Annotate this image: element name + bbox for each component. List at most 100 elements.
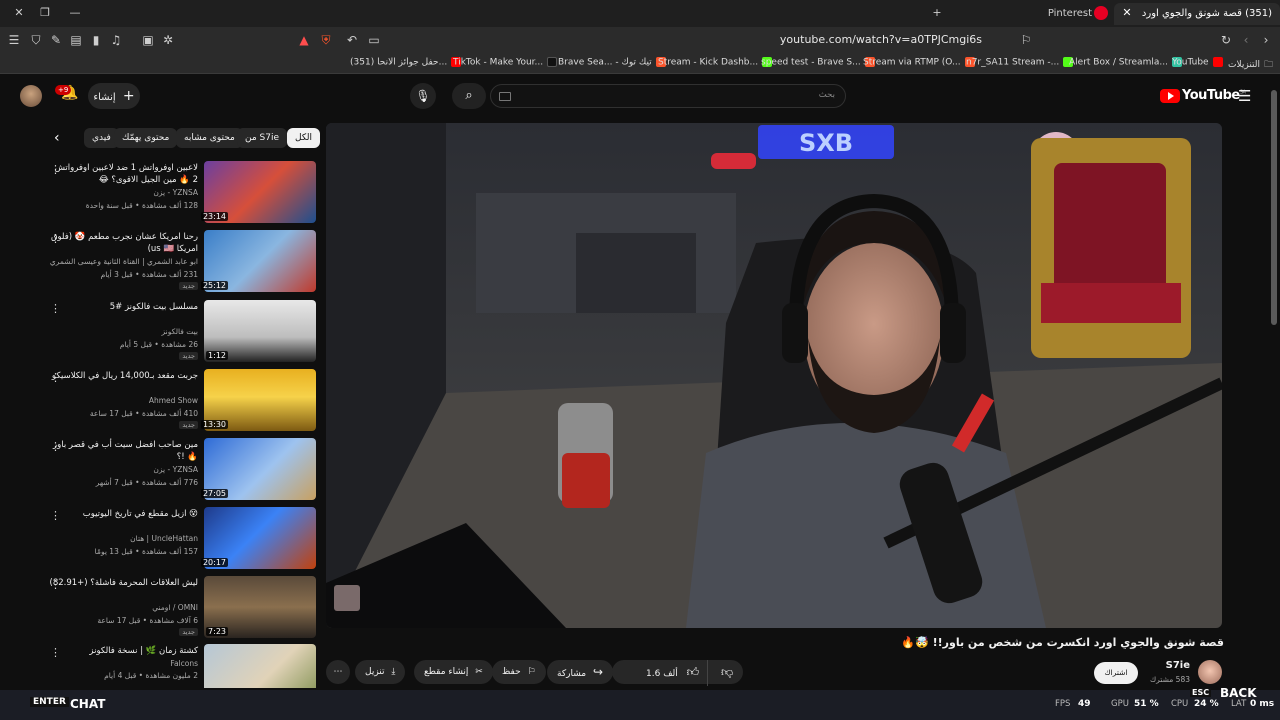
list-item[interactable]: 13:30 جربت مقعد بـ14,000 ريال في الكلاسي…	[40, 369, 316, 431]
address-bar[interactable]: youtube.com/watch?v=a0TPJCmgi6s ⚐	[290, 30, 1040, 52]
voice-search-mic-icon[interactable]: 🎙	[410, 83, 436, 109]
related-title[interactable]: ليش العلاقات المحرمة فاشلة؟ (+82.91)	[48, 577, 199, 589]
bookmark-item[interactable]: Stream - Kick Dashb...	[658, 57, 773, 68]
more-actions-button[interactable]: ⋯	[326, 660, 350, 684]
more-options-icon[interactable]: ⋮	[50, 371, 61, 384]
video-title: قصة شونق والجوي اورد انكسرت من شخص من با…	[901, 636, 1224, 649]
related-channel[interactable]: OMNI / اومني	[48, 603, 198, 612]
video-frame: SXB	[326, 123, 1222, 628]
list-item[interactable]: 25:12 رحنا امريكا عشان نجرب مطعم 🤡 (فلوق…	[40, 230, 316, 292]
screenshot-icon[interactable]: ▣	[140, 32, 156, 48]
bookmark-item[interactable]: Alert Box / Streamla...	[1069, 57, 1182, 68]
subscribe-button[interactable]: اشتراك	[1094, 662, 1138, 684]
search-input[interactable]: بحث	[490, 84, 846, 108]
save-button[interactable]: حفظ ⚐	[492, 660, 546, 684]
tab-youtube-active[interactable]: (351) قصة شونق والجوي اورد	[1114, 3, 1280, 25]
related-channel[interactable]: Ahmed Show	[48, 396, 198, 405]
chat-label[interactable]: CHAT	[70, 697, 105, 711]
more-options-icon[interactable]: ⋮	[50, 302, 61, 315]
chip[interactable]: محتوى مشابه	[176, 128, 243, 148]
related-channel[interactable]: بيت فالكونز	[48, 327, 199, 336]
video-thumbnail[interactable]	[204, 644, 316, 688]
related-channel[interactable]: YZNSA - يزن	[48, 188, 198, 197]
download-button[interactable]: تنزيل ⤓	[355, 660, 406, 684]
related-channel[interactable]: UncleHattan | هتان	[48, 534, 198, 543]
related-title[interactable]: 😵 ازيل مقطع في تاريخ اليوتيوب	[48, 508, 198, 520]
new-badge: جديد	[179, 282, 198, 290]
forward-icon[interactable]: ›	[1258, 32, 1274, 48]
related-channel[interactable]: YZNSA - يزن	[48, 465, 198, 474]
related-meta: 410 ألف مشاهدة • قبل 17 ساعة	[89, 409, 198, 418]
bookmark-item[interactable]: YouTube	[1172, 57, 1223, 68]
like-button[interactable]: 1.6 ألف 👍︎	[612, 660, 709, 686]
restore-window-icon[interactable]: ❐	[36, 4, 54, 22]
channel-name[interactable]: S7ie	[1166, 660, 1190, 671]
channel-avatar[interactable]	[1198, 660, 1222, 684]
pinterest-icon	[1094, 6, 1108, 20]
music-icon[interactable]: ♫	[108, 32, 124, 48]
bookmark-item[interactable]: TikTok - Make Your...	[453, 57, 558, 68]
more-options-icon[interactable]: ⋮	[50, 232, 61, 245]
hamburger-menu-icon[interactable]: ☰	[1238, 87, 1254, 105]
dislike-button[interactable]: 👎︎	[711, 660, 743, 686]
chip[interactable]: محتوى يهمّك	[114, 128, 178, 148]
sidebar-menu-icon[interactable]: ☰	[6, 32, 22, 48]
related-channel[interactable]: Falcons	[48, 659, 198, 668]
video-player[interactable]: SXB	[326, 123, 1222, 628]
related-title[interactable]: مسلسل بيت فالكونز #5	[48, 301, 198, 313]
chip-active[interactable]: الكل	[287, 128, 321, 148]
plus-icon: +	[122, 88, 135, 104]
bookmark-item-downloads[interactable]: التنزيلات 🗀	[1228, 57, 1273, 73]
bookmark-label: (351) حفل جوائز الانحا...	[350, 57, 448, 68]
close-tab-icon[interactable]: ✕	[1118, 4, 1136, 22]
related-title[interactable]: كشتة زمان 🌿 | نسخة فالكونز	[48, 645, 198, 657]
list-item[interactable]: كشتة زمان 🌿 | نسخة فالكونز Falcons 2 ملي…	[40, 644, 316, 688]
page-scrollbar[interactable]	[1271, 90, 1277, 325]
youtube-logo[interactable]: YouTubeSA	[1160, 88, 1246, 103]
bookmark-item[interactable]: Brave Sea... - تيك توك	[558, 57, 666, 68]
related-title[interactable]: مين صاحب افضل سيت أب في قصر باور 🔥 !؟	[48, 439, 198, 463]
related-title[interactable]: جربت مقعد بـ14,000 ريال في الكلاسيكو	[48, 370, 198, 382]
list-item[interactable]: 1:12 مسلسل بيت فالكونز #5 بيت فالكونز 26…	[40, 300, 316, 362]
close-window-icon[interactable]: ✕	[10, 4, 28, 22]
list-item[interactable]: 20:17 😵 ازيل مقطع في تاريخ اليوتيوب Uncl…	[40, 507, 316, 569]
bookmark-icon[interactable]: ⚐	[1018, 32, 1034, 48]
tab-pinterest[interactable]: Pinterest	[950, 3, 1100, 25]
more-options-icon[interactable]: ⋮	[50, 646, 61, 659]
more-options-icon[interactable]: ⋮	[50, 163, 61, 176]
clip-button[interactable]: إنشاء مقطع ✂	[414, 660, 493, 684]
shield-icon[interactable]: ⛉	[28, 32, 44, 48]
chip[interactable]: من S7ie	[237, 128, 288, 148]
minimize-window-icon[interactable]: —	[66, 4, 84, 22]
chips-scroll-left-icon[interactable]: ‹	[54, 130, 60, 146]
duration-badge: 23:14	[200, 212, 228, 221]
list-item[interactable]: 7:23 ليش العلاقات المحرمة فاشلة؟ (+82.91…	[40, 576, 316, 638]
share-button[interactable]: مشاركة ↪	[547, 660, 613, 684]
more-options-icon[interactable]: ⋮	[50, 440, 61, 453]
back-icon[interactable]: ‹	[1238, 32, 1254, 48]
back-label[interactable]: BACK	[1220, 686, 1257, 700]
new-tab-icon[interactable]: +	[928, 4, 946, 22]
bookmark-item[interactable]: Stream via RTMP (O...	[863, 57, 975, 68]
avatar[interactable]	[20, 85, 42, 107]
more-options-icon[interactable]: ⋮	[50, 509, 61, 522]
related-channel[interactable]: ابو عابد الشمري | القناة الثانية وعيسى ا…	[48, 257, 198, 266]
tabs-icon[interactable]: ▤	[68, 32, 84, 48]
bookmark-label: speed test - Brave S...	[761, 57, 861, 68]
url-text[interactable]: youtube.com/watch?v=a0TPJCmgi6s	[780, 33, 982, 46]
list-item[interactable]: 23:14 لاعبين اوفرواتش 1 ضد لاعبين اوفروا…	[40, 161, 316, 223]
related-title[interactable]: لاعبين اوفرواتش 1 ضد لاعبين اوفرواتش 2 🔥…	[48, 162, 198, 186]
keyboard-icon[interactable]	[499, 92, 511, 101]
bookmark-item[interactable]: (351) حفل جوائز الانحا...	[350, 57, 462, 68]
sidebar-toggle-icon[interactable]: ▮	[88, 32, 104, 48]
extensions-icon[interactable]: ✲	[160, 32, 176, 48]
pen-icon[interactable]: ✎	[48, 32, 64, 48]
related-title[interactable]: رحنا امريكا عشان نجرب مطعم 🤡 (فلوق امريك…	[48, 231, 198, 255]
more-options-icon[interactable]: ⋮	[50, 578, 61, 591]
bookmark-item[interactable]: speed test - Brave S...	[761, 57, 875, 68]
bookmark-item[interactable]: n7r_SA11 Stream -...	[966, 57, 1074, 68]
create-button[interactable]: إنشاء +	[88, 83, 140, 109]
list-item[interactable]: 27:05 مين صاحب افضل سيت أب في قصر باور 🔥…	[40, 438, 316, 500]
search-button[interactable]: ⌕	[452, 83, 486, 109]
reload-icon[interactable]: ↻	[1218, 32, 1234, 48]
